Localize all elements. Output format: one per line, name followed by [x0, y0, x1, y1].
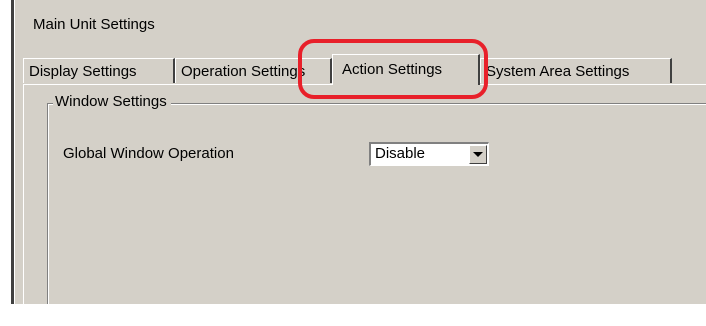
tab-display-settings[interactable]: Display Settings: [23, 58, 175, 83]
tab-system-area-settings[interactable]: System Area Settings: [480, 58, 672, 83]
section-title: Main Unit Settings: [33, 16, 155, 33]
tab-operation-settings[interactable]: Operation Settings: [175, 58, 332, 83]
tab-panel: [23, 84, 706, 304]
screenshot-stage: Main Unit Settings Display Settings Oper…: [0, 0, 706, 326]
main-unit-settings-dialog: Main Unit Settings Display Settings Oper…: [14, 0, 706, 304]
tab-action-settings[interactable]: Action Settings: [332, 54, 480, 85]
window-settings-group-label: Window Settings: [53, 93, 171, 110]
